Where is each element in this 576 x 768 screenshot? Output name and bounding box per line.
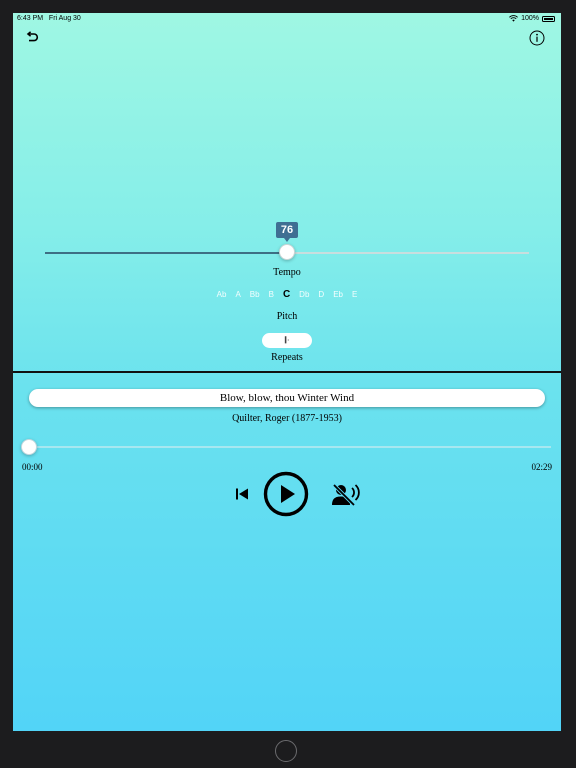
tempo-slider-fill	[45, 252, 287, 254]
pitch-option-c[interactable]: C	[282, 289, 291, 300]
skip-back-button[interactable]	[233, 485, 251, 503]
pitch-selector: Ab A Bb B C Db D Eb E	[13, 289, 561, 300]
repeats-label: Repeats	[271, 352, 303, 363]
skip-back-icon	[236, 488, 248, 500]
pitch-option-ab[interactable]: Ab	[216, 290, 228, 299]
pitch-option-e[interactable]: E	[351, 290, 358, 299]
pitch-label: Pitch	[276, 311, 298, 322]
wifi-icon	[509, 15, 519, 22]
repeat-sign-icon: 𝄆	[284, 335, 290, 346]
home-button[interactable]	[275, 740, 297, 762]
section-divider	[13, 371, 561, 373]
info-button[interactable]	[528, 29, 546, 47]
battery-icon	[542, 15, 555, 22]
status-right: 100%	[509, 15, 555, 22]
pitch-option-bb[interactable]: Bb	[249, 290, 261, 299]
track-title: Blow, blow, thou Winter Wind	[219, 392, 355, 404]
track-title-bar[interactable]: Blow, blow, thou Winter Wind	[29, 389, 545, 407]
back-button[interactable]	[23, 29, 41, 47]
play-icon	[263, 471, 309, 517]
voice-toggle-button[interactable]	[330, 482, 362, 508]
pitch-option-eb[interactable]: Eb	[332, 290, 344, 299]
pitch-option-a[interactable]: A	[234, 290, 241, 299]
track-composer: Quilter, Roger (1877-1953)	[232, 413, 342, 424]
voice-muted-icon	[332, 483, 360, 507]
undo-arrow-icon	[26, 31, 39, 42]
pitch-option-b[interactable]: B	[268, 290, 275, 299]
play-button[interactable]	[263, 471, 309, 517]
tempo-label: Tempo	[273, 267, 301, 278]
battery-percent: 100%	[521, 15, 539, 22]
status-bar: 6:43 PM Fri Aug 30 100%	[13, 13, 561, 25]
repeats-button[interactable]: 𝄆	[262, 333, 312, 348]
tempo-value-badge: 76	[276, 222, 298, 242]
playback-progress-thumb[interactable]	[21, 439, 37, 455]
tempo-slider-thumb[interactable]	[279, 244, 295, 260]
elapsed-time: 00:00	[22, 462, 43, 472]
playback-progress-track[interactable]	[29, 446, 551, 448]
pitch-option-db[interactable]: Db	[298, 290, 310, 299]
info-icon	[529, 30, 545, 46]
pitch-option-d[interactable]: D	[317, 290, 325, 299]
app-screen: 6:43 PM Fri Aug 30 100% 76 Tempo Ab A Bb B C	[13, 13, 561, 731]
status-time-date: 6:43 PM Fri Aug 30	[17, 15, 81, 22]
total-duration: 02:29	[531, 462, 552, 472]
